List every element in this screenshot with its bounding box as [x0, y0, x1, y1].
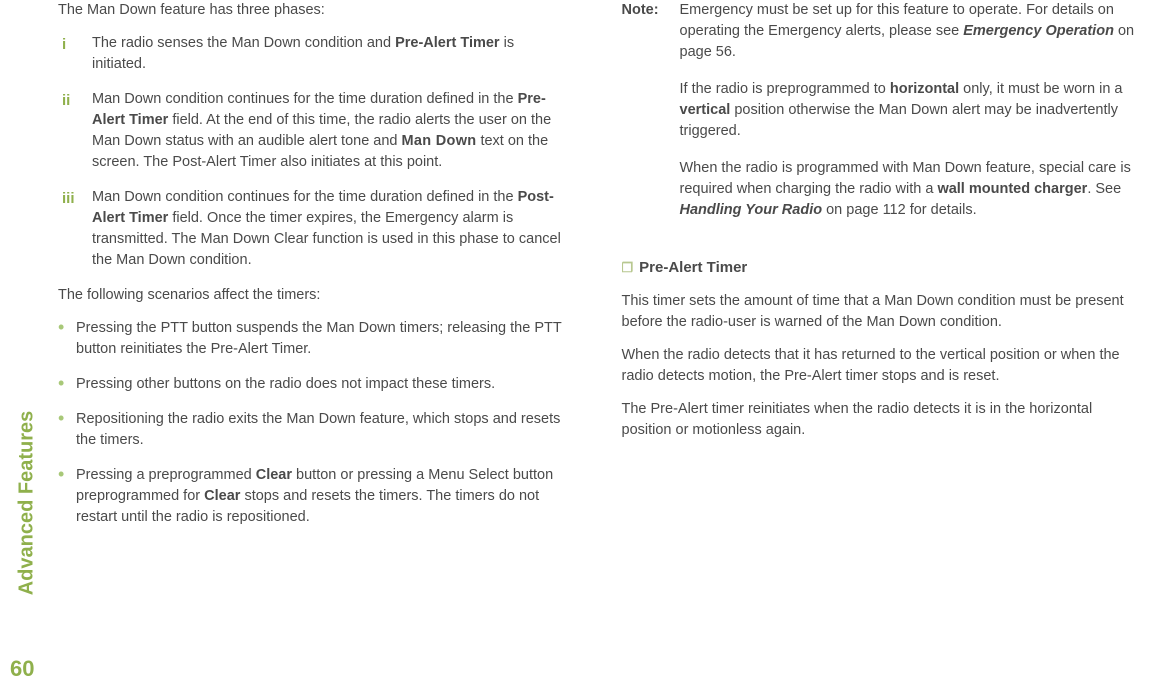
note-label: Note:	[622, 0, 680, 237]
bullet-icon: •	[58, 318, 76, 360]
section-label: Advanced Features	[13, 411, 42, 596]
note-paragraph: Emergency must be set up for this featur…	[680, 0, 1136, 63]
note-paragraph: When the radio is programmed with Man Do…	[680, 158, 1136, 221]
list-item: • Pressing other buttons on the radio do…	[58, 374, 572, 395]
body-paragraph: The Pre-Alert timer reinitiates when the…	[622, 399, 1136, 441]
note-body: Emergency must be set up for this featur…	[680, 0, 1136, 237]
note-block: Note: Emergency must be set up for this …	[622, 0, 1136, 237]
bullet-text: Pressing other buttons on the radio does…	[76, 374, 572, 395]
bullet-text: Pressing the PTT button suspends the Man…	[76, 318, 572, 360]
bullet-text: Repositioning the radio exits the Man Do…	[76, 409, 572, 451]
list-item: • Pressing a preprogrammed Clear button …	[58, 465, 572, 528]
phase-text: Man Down condition continues for the tim…	[92, 187, 572, 271]
bullet-icon: •	[58, 465, 76, 528]
pre-alert-timer-heading: ❐ Pre-Alert Timer	[622, 257, 1136, 279]
body-paragraph: When the radio detects that it has retur…	[622, 345, 1136, 387]
left-column: The Man Down feature has three phases: i…	[58, 0, 577, 699]
phase-number: ii	[62, 89, 92, 173]
sidebar: Advanced Features	[12, 359, 42, 679]
phase-number: iii	[62, 187, 92, 271]
phase-text: The radio senses the Man Down condition …	[92, 33, 572, 75]
phase-item: ii Man Down condition continues for the …	[58, 89, 572, 173]
subheading-text: Pre-Alert Timer	[639, 257, 747, 279]
list-item: • Pressing the PTT button suspends the M…	[58, 318, 572, 360]
body-paragraph: This timer sets the amount of time that …	[622, 291, 1136, 333]
note-paragraph: If the radio is preprogrammed to horizon…	[680, 79, 1136, 142]
bullet-text: Pressing a preprogrammed Clear button or…	[76, 465, 572, 528]
right-column: Note: Emergency must be set up for this …	[617, 0, 1136, 699]
scenarios-intro: The following scenarios affect the timer…	[58, 285, 572, 306]
phases-list: i The radio senses the Man Down conditio…	[58, 33, 572, 271]
bullet-icon: •	[58, 374, 76, 395]
bullet-icon: •	[58, 409, 76, 451]
document-icon: ❐	[622, 259, 634, 278]
phases-intro: The Man Down feature has three phases:	[58, 0, 572, 21]
phase-item: iii Man Down condition continues for the…	[58, 187, 572, 271]
scenarios-list: • Pressing the PTT button suspends the M…	[58, 318, 572, 528]
page-number: 60	[10, 653, 34, 685]
content-area: The Man Down feature has three phases: i…	[58, 0, 1135, 699]
phase-item: i The radio senses the Man Down conditio…	[58, 33, 572, 75]
phase-number: i	[62, 33, 92, 75]
list-item: • Repositioning the radio exits the Man …	[58, 409, 572, 451]
phase-text: Man Down condition continues for the tim…	[92, 89, 572, 173]
